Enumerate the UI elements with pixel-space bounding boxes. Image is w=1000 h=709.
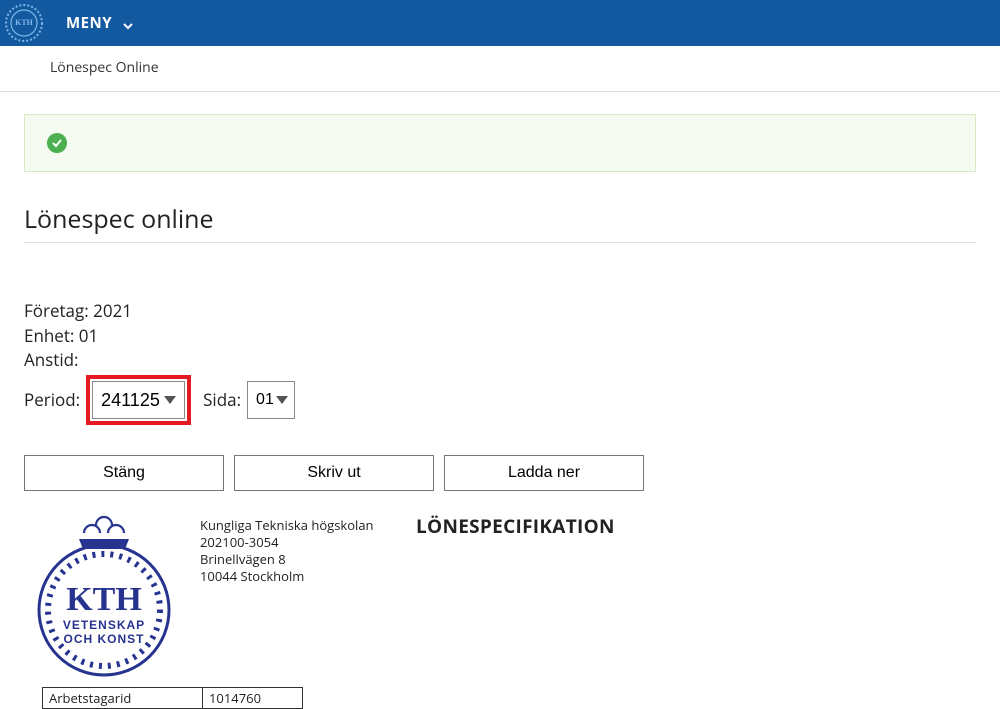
period-label: Period:: [24, 388, 80, 413]
top-bar: KTH MENY: [0, 0, 1000, 46]
svg-text:KTH: KTH: [15, 18, 34, 27]
info-foretag: Företag: 2021: [24, 299, 976, 324]
print-button[interactable]: Skriv ut: [234, 455, 434, 491]
kth-big-logo: KTH VETENSKAP OCH KONST: [24, 505, 184, 685]
kth-logo-line1: KTH: [66, 581, 142, 618]
print-button-label: Skriv ut: [307, 464, 360, 482]
sida-label: Sida:: [203, 388, 241, 413]
sida-select[interactable]: 01: [247, 381, 295, 419]
download-button[interactable]: Ladda ner: [444, 455, 644, 491]
check-circle-icon: [47, 133, 67, 153]
info-enhet: Enhet: 01: [24, 324, 976, 349]
info-anstid: Anstid:: [24, 348, 976, 373]
info-period-row: Period: 241125 Sida: 01: [24, 375, 976, 425]
page-title: Lönespec online: [24, 202, 976, 243]
enhet-label: Enhet:: [24, 324, 74, 347]
success-banner: [24, 114, 976, 172]
info-block: Företag: 2021 Enhet: 01 Anstid: Period: …: [24, 299, 976, 425]
chevron-down-icon: [122, 17, 134, 29]
employer-address2: 10044 Stockholm: [200, 568, 400, 585]
employer-orgnr: 202100-3054: [200, 534, 400, 551]
anstid-label: Anstid:: [24, 348, 79, 371]
table-cell-label: Arbetstagarid: [43, 687, 203, 708]
kth-logo-line2: VETENSKAP: [63, 618, 145, 632]
button-row: Stäng Skriv ut Ladda ner: [24, 455, 976, 491]
employer-block: Kungliga Tekniska högskolan 202100-3054 …: [200, 505, 400, 585]
breadcrumb-text: Lönespec Online: [50, 58, 159, 77]
document-title: LÖNESPECIFIKATION: [416, 505, 615, 539]
enhet-value: 01: [79, 324, 98, 347]
menu-button[interactable]: MENY: [66, 13, 134, 33]
kth-small-logo: KTH: [4, 3, 44, 43]
payslip-table: Arbetstagarid 1014760: [42, 687, 303, 709]
document-header: KTH VETENSKAP OCH KONST Kungliga Teknisk…: [24, 505, 976, 685]
breadcrumb: Lönespec Online: [0, 46, 1000, 92]
table-cell-value: 1014760: [203, 687, 303, 708]
employer-address1: Brinellvägen 8: [200, 551, 400, 568]
kth-logo-line3: OCH KONST: [64, 632, 145, 646]
menu-label: MENY: [66, 13, 112, 33]
table-row: Arbetstagarid 1014760: [43, 687, 303, 708]
download-button-label: Ladda ner: [508, 464, 580, 482]
employer-name: Kungliga Tekniska högskolan: [200, 517, 400, 534]
period-select[interactable]: 241125: [92, 381, 185, 419]
close-button-label: Stäng: [103, 464, 145, 482]
foretag-label: Företag:: [24, 299, 89, 322]
close-button[interactable]: Stäng: [24, 455, 224, 491]
period-highlight-box: 241125: [86, 375, 191, 425]
foretag-value: 2021: [93, 299, 132, 322]
